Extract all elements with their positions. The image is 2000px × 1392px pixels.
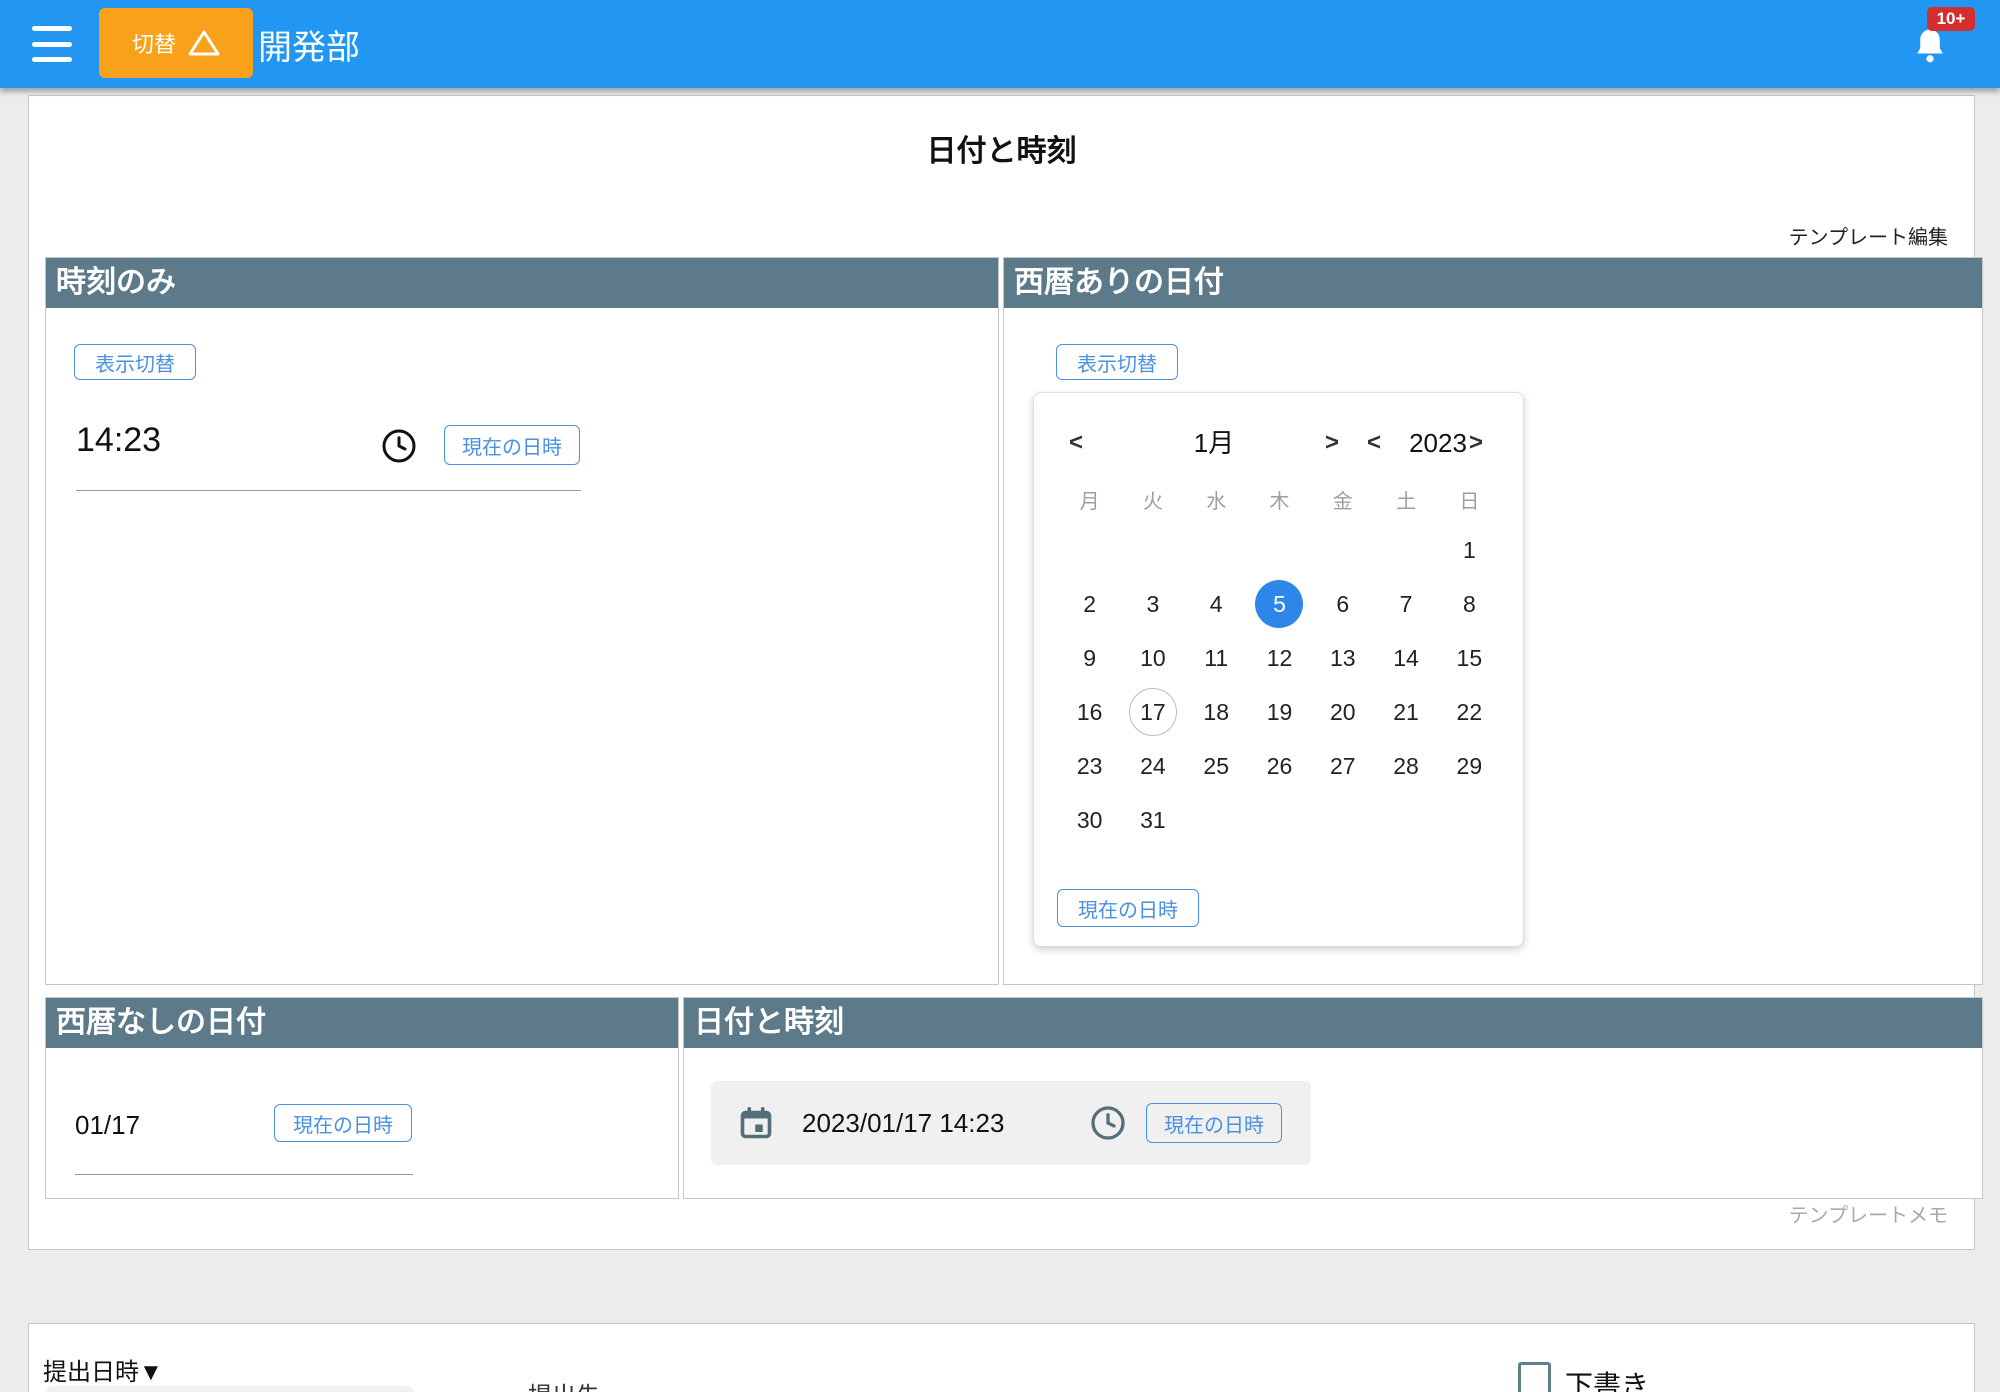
calendar-day[interactable]: 23	[1066, 742, 1114, 790]
org-switch-button[interactable]: 切替	[99, 8, 253, 78]
panel-date-with-year: 西暦ありの日付 表示切替 < 1月 > < 2023 > 月火水木金土日 123…	[1003, 257, 1983, 985]
calendar-day[interactable]: 17	[1129, 688, 1177, 736]
org-switch-label: 切替	[132, 27, 176, 59]
field-underline	[75, 1174, 413, 1175]
calendar-day[interactable]: 11	[1192, 634, 1240, 682]
next-year-button[interactable]: >	[1458, 423, 1494, 463]
menu-icon[interactable]	[32, 26, 72, 62]
display-toggle-button[interactable]: 表示切替	[74, 344, 196, 380]
current-datetime-button[interactable]: 現在の日時	[1057, 889, 1199, 927]
calendar-empty-cell	[1311, 523, 1374, 577]
calendar-day[interactable]: 29	[1445, 742, 1493, 790]
calendar-empty-cell	[1058, 523, 1121, 577]
calendar-day[interactable]: 15	[1445, 634, 1493, 682]
calendar-weekday-label: 火	[1121, 481, 1184, 517]
calendar-day[interactable]: 4	[1192, 580, 1240, 628]
calendar-weekday-label: 月	[1058, 481, 1121, 517]
time-field[interactable]: 14:23	[76, 421, 161, 460]
calendar-day[interactable]: 28	[1382, 742, 1430, 790]
calendar-day[interactable]: 26	[1255, 742, 1303, 790]
panel-date-no-year: 西暦なしの日付 01/17 現在の日時	[45, 997, 679, 1199]
warning-triangle-icon	[188, 29, 220, 57]
calendar-day[interactable]: 24	[1129, 742, 1177, 790]
clock-icon	[1090, 1105, 1126, 1141]
calendar-day[interactable]: 12	[1255, 634, 1303, 682]
calendar-weekday-label: 金	[1311, 481, 1374, 517]
panel-time-only: 時刻のみ 表示切替 14:23 現在の日時	[45, 257, 999, 985]
calendar-day[interactable]: 2	[1066, 580, 1114, 628]
next-month-button[interactable]: >	[1314, 423, 1350, 463]
calendar-day[interactable]: 19	[1255, 688, 1303, 736]
calendar-day[interactable]: 5	[1255, 580, 1303, 628]
calendar-day[interactable]: 21	[1382, 688, 1430, 736]
calendar-day[interactable]: 22	[1445, 688, 1493, 736]
calendar-weekday-label: 木	[1248, 481, 1311, 517]
field-underline	[76, 490, 581, 491]
calendar-weekday-label: 水	[1185, 481, 1248, 517]
calendar-days: 1234567891011121314151617181920212223242…	[1058, 523, 1501, 847]
calendar-nav: < 1月 > < 2023 >	[1034, 423, 1523, 463]
calendar-day[interactable]: 27	[1319, 742, 1367, 790]
clock-icon[interactable]	[381, 428, 417, 464]
draft-checkbox[interactable]	[1518, 1362, 1551, 1392]
calendar-weekdays: 月火水木金土日	[1058, 481, 1501, 517]
date-picker-popup: < 1月 > < 2023 > 月火水木金土日 1234567891011121…	[1033, 392, 1524, 947]
datetime-value: 2023/01/17 14:23	[802, 1108, 1004, 1139]
calendar-day[interactable]: 30	[1066, 796, 1114, 844]
template-memo-label: テンプレートメモ	[1789, 1199, 1948, 1228]
calendar-day[interactable]: 16	[1066, 688, 1114, 736]
calendar-icon	[738, 1105, 774, 1141]
calendar-day[interactable]: 31	[1129, 796, 1177, 844]
calendar-day[interactable]: 10	[1129, 634, 1177, 682]
calendar-day[interactable]: 7	[1382, 580, 1430, 628]
notification-badge: 10+	[1927, 7, 1975, 31]
current-datetime-button[interactable]: 現在の日時	[444, 425, 580, 465]
panel-date-with-year-title: 西暦ありの日付	[1004, 258, 1982, 308]
submission-list-card: 提出日時▼ 提出先 下書き	[28, 1323, 1975, 1392]
calendar-month-label: 1月	[1124, 423, 1304, 463]
calendar-day[interactable]: 8	[1445, 580, 1493, 628]
app-header: 切替 開発部 10+	[0, 0, 2000, 88]
datetime-field[interactable]: 2023/01/17 14:23 現在の日時	[711, 1081, 1311, 1165]
notification-bell-icon[interactable]	[1912, 26, 1948, 66]
calendar-day[interactable]: 20	[1319, 688, 1367, 736]
calendar-day[interactable]: 3	[1129, 580, 1177, 628]
template-edit-link[interactable]: テンプレート編集	[1789, 221, 1948, 250]
calendar-weekday-label: 土	[1374, 481, 1437, 517]
calendar-day[interactable]: 9	[1066, 634, 1114, 682]
calendar-empty-cell	[1374, 523, 1437, 577]
date-field[interactable]: 01/17	[75, 1110, 140, 1141]
calendar-day[interactable]: 6	[1319, 580, 1367, 628]
panel-date-no-year-title: 西暦なしの日付	[46, 998, 678, 1048]
app-title: 開発部	[258, 0, 360, 88]
calendar-empty-cell	[1121, 523, 1184, 577]
calendar-day[interactable]: 14	[1382, 634, 1430, 682]
current-datetime-button[interactable]: 現在の日時	[274, 1104, 412, 1142]
calendar-empty-cell	[1248, 523, 1311, 577]
current-datetime-button[interactable]: 現在の日時	[1146, 1103, 1282, 1143]
page-title: 日付と時刻	[29, 126, 1974, 170]
submit-datetime-sort-header[interactable]: 提出日時▼	[43, 1352, 163, 1387]
submit-to-label: 提出先	[528, 1376, 600, 1392]
calendar-weekday-label: 日	[1438, 481, 1501, 517]
calendar-empty-cell	[1185, 523, 1248, 577]
calendar-day[interactable]: 1	[1445, 526, 1493, 574]
panel-date-time: 日付と時刻 2023/01/17 14:23 現在の日時	[683, 997, 1983, 1199]
panel-date-time-title: 日付と時刻	[684, 998, 1982, 1048]
panel-time-only-title: 時刻のみ	[46, 258, 998, 308]
display-toggle-button[interactable]: 表示切替	[1056, 344, 1178, 380]
form-preview-card: 日付と時刻 テンプレート編集 時刻のみ 表示切替 14:23 現在の日時 西暦あ…	[28, 95, 1975, 1250]
draft-checkbox-label: 下書き	[1565, 1364, 1649, 1392]
calendar-day[interactable]: 18	[1192, 688, 1240, 736]
calendar-day[interactable]: 25	[1192, 742, 1240, 790]
submit-datetime-value-pill	[43, 1386, 416, 1392]
calendar-day[interactable]: 13	[1319, 634, 1367, 682]
prev-month-button[interactable]: <	[1058, 423, 1094, 463]
